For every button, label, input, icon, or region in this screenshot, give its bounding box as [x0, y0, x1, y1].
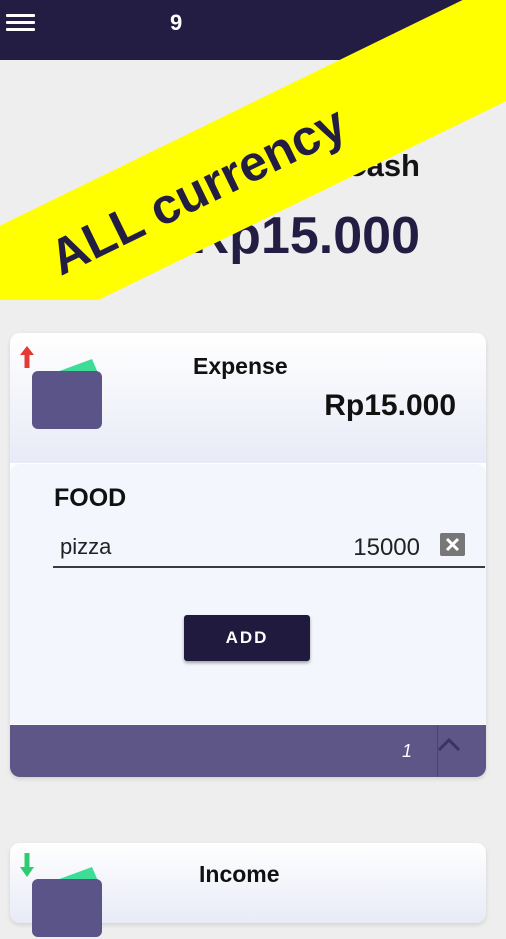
expense-amount: Rp15.000 [324, 389, 456, 422]
total-cash-value: -Rp15.000 [174, 207, 420, 265]
category-panel: FOOD pizza 15000 ADD [10, 464, 486, 724]
income-card: Income [10, 843, 486, 937]
wallet-icon [32, 867, 102, 937]
app-title: 9 [170, 10, 183, 35]
expense-title: Expense [193, 353, 288, 379]
menu-icon[interactable] [6, 12, 36, 34]
add-button[interactable]: ADD [184, 615, 310, 661]
entry-name[interactable]: pizza [60, 534, 111, 560]
delete-icon[interactable] [440, 533, 465, 556]
income-header[interactable]: Income [10, 843, 486, 937]
page-count: 1 [402, 741, 413, 761]
category-title: FOOD [54, 484, 127, 512]
expense-header[interactable]: Expense Rp15.000 [10, 333, 486, 463]
category-footer: 1 [10, 725, 486, 777]
expense-card: Expense Rp15.000 FOOD pizza 15000 ADD 1 [10, 333, 486, 777]
wallet-icon [32, 359, 102, 429]
entry-row[interactable]: pizza 15000 [53, 524, 485, 568]
app-bar: 9 [0, 0, 506, 60]
entry-amount[interactable]: 15000 [353, 534, 420, 562]
income-title: Income [199, 861, 280, 887]
chevron-up-icon[interactable] [436, 735, 462, 753]
total-cash-label: Total Cash [263, 148, 420, 183]
